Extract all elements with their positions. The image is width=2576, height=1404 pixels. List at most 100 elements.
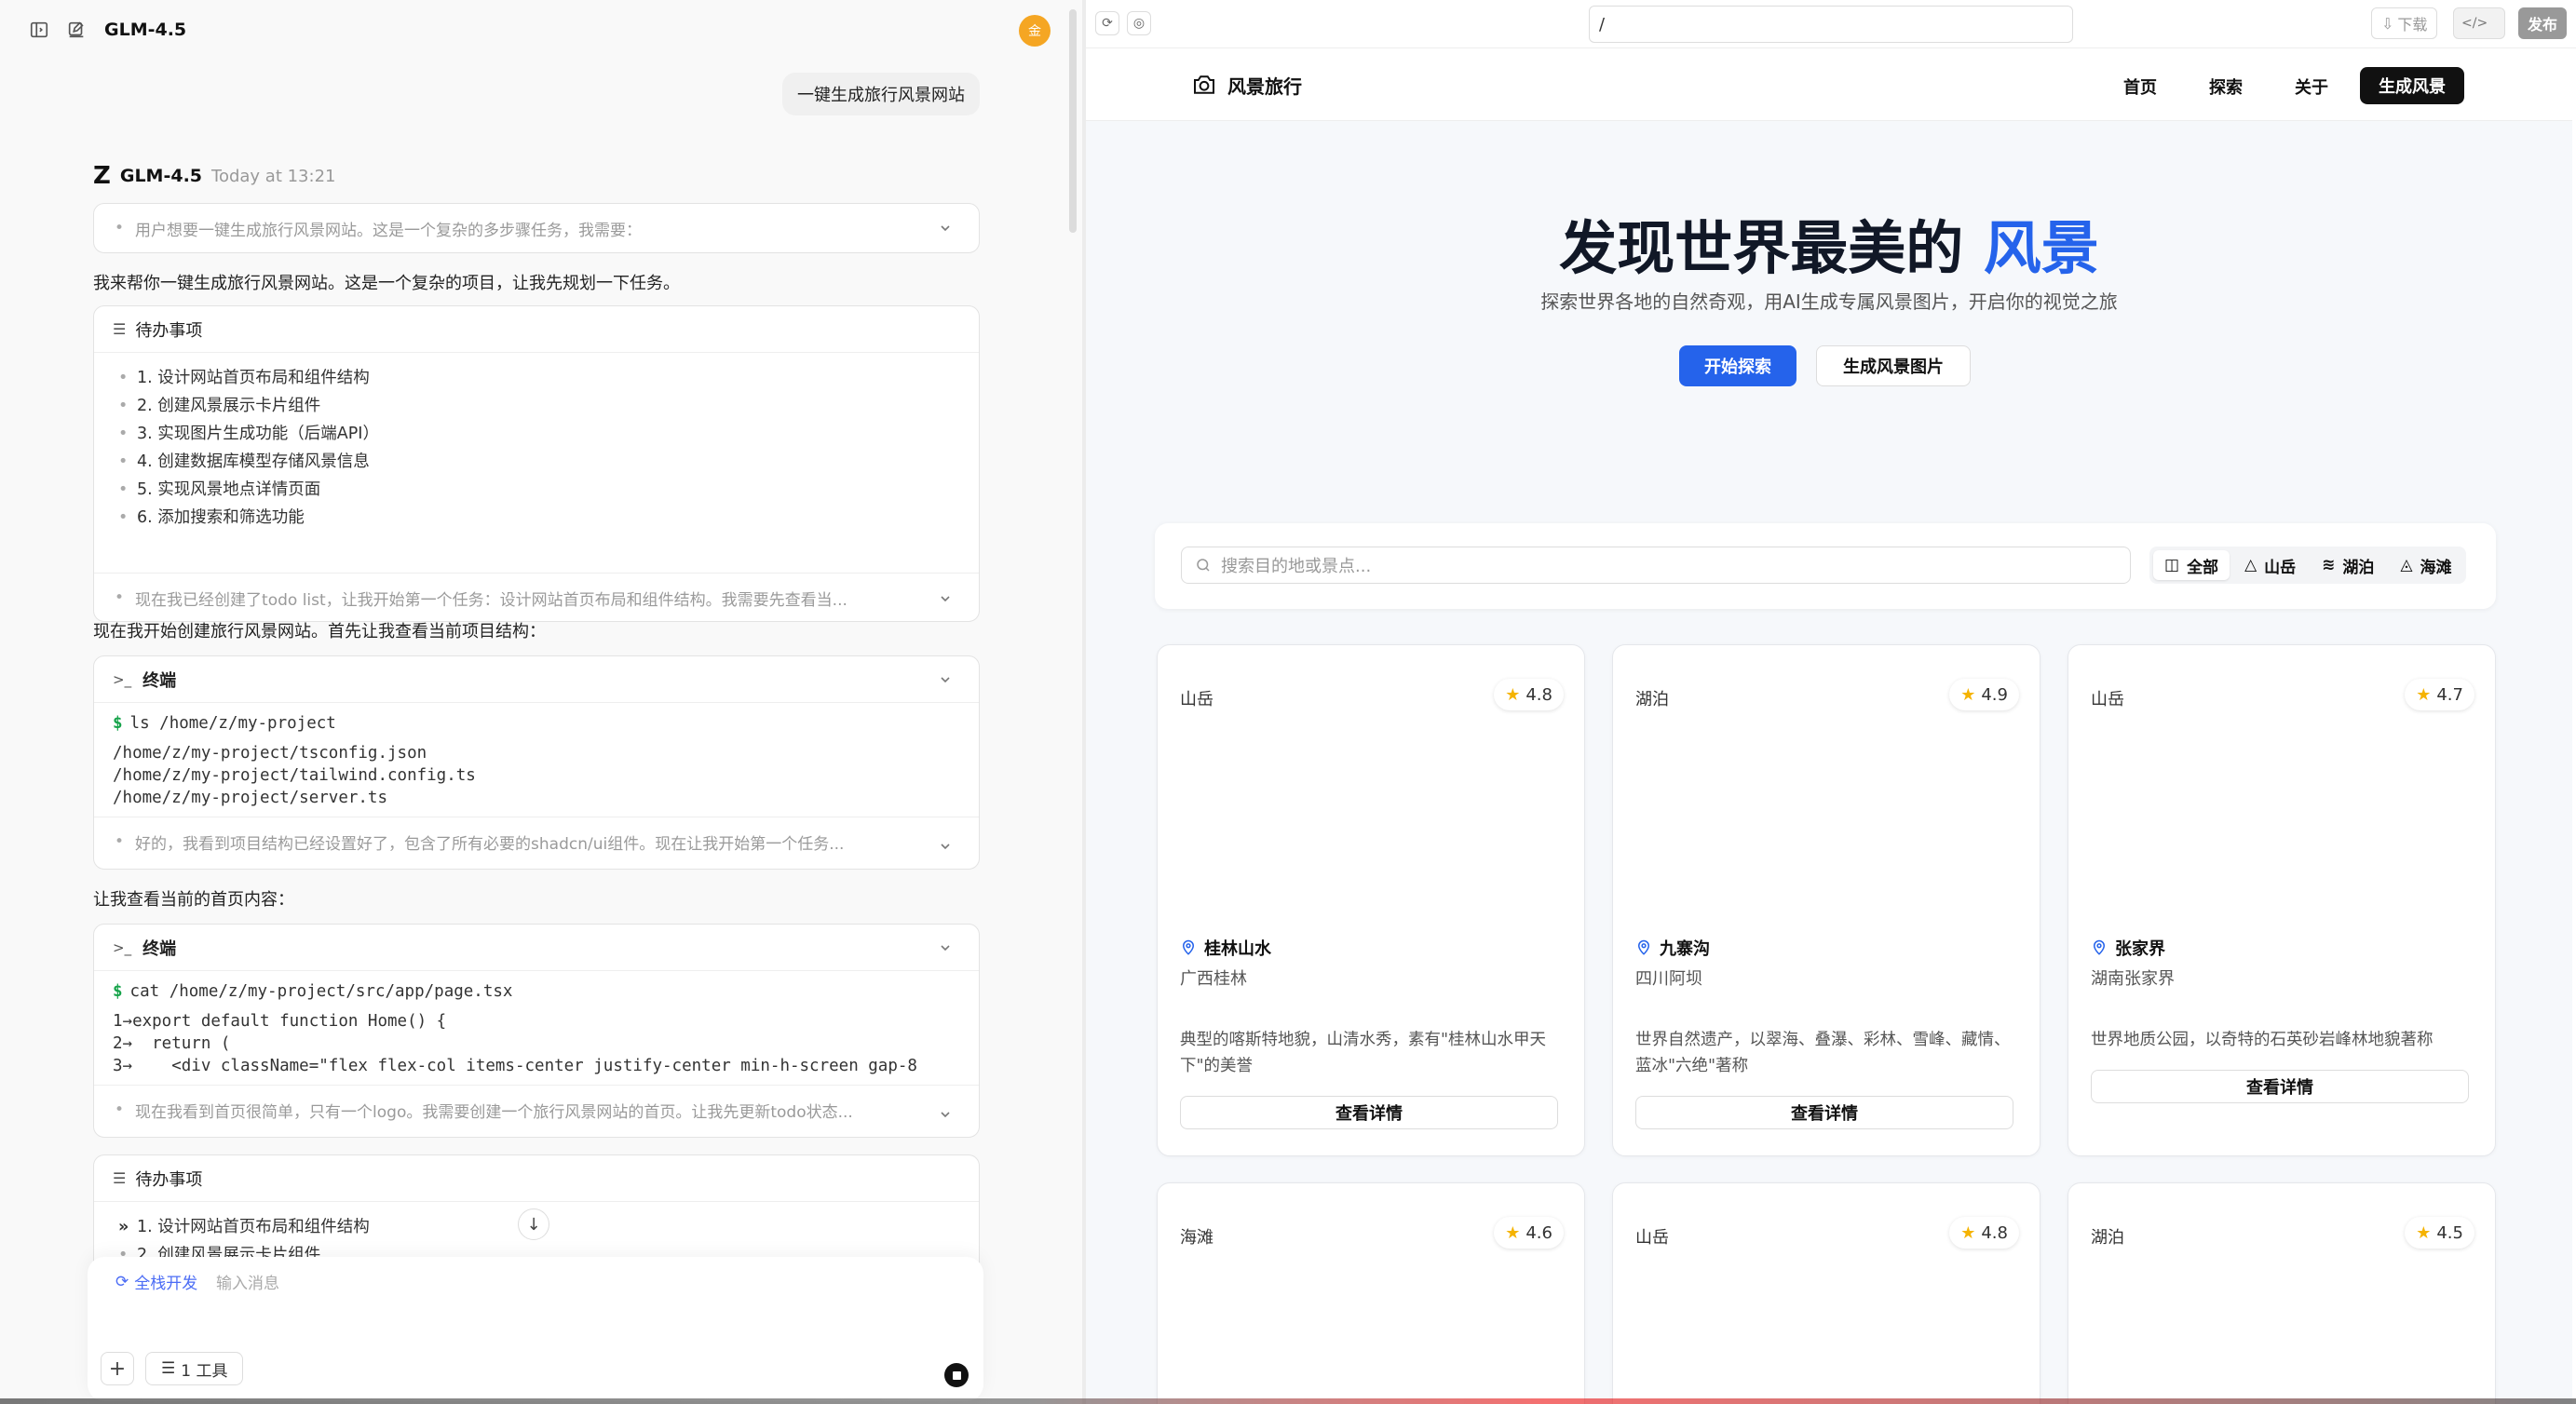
list-icon: ☰ bbox=[113, 320, 127, 338]
generate-image-button[interactable]: 生成风景图片 bbox=[1816, 345, 1971, 386]
rating-value: 4.8 bbox=[1525, 684, 1552, 705]
chevron-down-icon[interactable] bbox=[938, 940, 953, 955]
filter-all[interactable]: ◫ 全部 bbox=[2153, 550, 2230, 580]
nav-about[interactable]: 关于 bbox=[2295, 74, 2328, 99]
scenery-card[interactable]: 山岳 ★ 4.8 桂林山水 广西桂林 典型的喀斯特地貌，山清水秀，素有"桂林山水甲… bbox=[1157, 644, 1585, 1156]
filter-mountain[interactable]: △ 山岳 bbox=[2233, 550, 2307, 580]
tools-icon: ☰ bbox=[161, 1359, 176, 1378]
chevron-down-icon[interactable] bbox=[938, 672, 953, 687]
rating-value: 4.9 bbox=[1981, 684, 2008, 705]
site-brand[interactable]: 风景旅行 bbox=[1190, 71, 1302, 99]
scenery-card[interactable]: 湖泊 ★ 4.5 bbox=[2068, 1182, 2496, 1404]
download-button[interactable]: ⇩ 下载 bbox=[2371, 7, 2438, 39]
card-rating: ★ 4.8 bbox=[1949, 1217, 2019, 1249]
publish-button[interactable]: 发布 bbox=[2518, 7, 2567, 39]
chevron-down-icon[interactable] bbox=[938, 591, 953, 606]
target-icon[interactable]: ◎ bbox=[1127, 11, 1151, 35]
message-input[interactable]: 输入消息 bbox=[216, 1270, 279, 1293]
view-details-button[interactable]: 查看详情 bbox=[1180, 1096, 1558, 1129]
scenery-card[interactable]: 湖泊 ★ 4.9 九寨沟 四川阿坝 世界自然遗产，以翠海、叠瀑、彩林、雪峰、藏情、… bbox=[1612, 644, 2040, 1156]
view-details-button[interactable]: 查看详情 bbox=[2091, 1070, 2469, 1103]
rating-value: 4.5 bbox=[2436, 1222, 2463, 1243]
card-rating: ★ 4.5 bbox=[2405, 1217, 2474, 1249]
brand-name: 风景旅行 bbox=[1227, 74, 1302, 98]
chevron-down-icon[interactable] bbox=[938, 839, 953, 854]
destination-search-input[interactable]: 搜索目的地或景点... bbox=[1181, 547, 2131, 584]
ai-text-3: 让我查看当前的首页内容： bbox=[93, 890, 294, 910]
chat-panel: GLM-4.5 金 一键生成旅行风景网站 Z GLM-4.5 Today at … bbox=[0, 0, 1082, 1404]
card-rating: ★ 4.9 bbox=[1949, 679, 2019, 710]
code-icon: </> bbox=[2461, 16, 2488, 31]
message-composer: ⟳ 全栈开发 输入消息 + ☰ 1 工具 bbox=[88, 1257, 983, 1401]
todo-list: 1. 设计网站首页布局和组件结构 2. 创建风景展示卡片组件 3. 实现图片生成… bbox=[94, 353, 979, 532]
nav-home[interactable]: 首页 bbox=[2123, 74, 2157, 99]
scenery-card[interactable]: 海滩 ★ 4.6 bbox=[1157, 1182, 1585, 1404]
card-category: 山岳 bbox=[1635, 1228, 1669, 1248]
star-icon: ★ bbox=[2416, 1222, 2432, 1243]
search-placeholder: 搜索目的地或景点... bbox=[1221, 557, 1372, 576]
card-rating: ★ 4.6 bbox=[1494, 1217, 1564, 1249]
mode-label: 全栈开发 bbox=[134, 1275, 198, 1293]
card-place-name: 九寨沟 bbox=[1635, 936, 1710, 960]
ai-text-2: 现在我开始创建旅行风景网站。首先让我查看当前项目结构： bbox=[93, 622, 546, 641]
chat-scrollbar[interactable] bbox=[1069, 9, 1077, 233]
model-title[interactable]: GLM-4.5 bbox=[104, 20, 186, 40]
filter-beach[interactable]: ◬ 海滩 bbox=[2389, 550, 2462, 580]
hero-title-accent: 风景 bbox=[1983, 214, 2099, 282]
filter-lake[interactable]: ≋ 湖泊 bbox=[2311, 550, 2385, 580]
view-details-button[interactable]: 查看详情 bbox=[1635, 1096, 2013, 1129]
terminal-block-1: >_ 终端 $ ls /home/z/my-project /home/z/my-p… bbox=[93, 655, 980, 870]
card-description: 世界自然遗产，以翠海、叠瀑、彩林、雪峰、藏情、蓝冰"六绝"著称 bbox=[1635, 1031, 2011, 1075]
filter-label: 山岳 bbox=[2264, 558, 2297, 577]
nav-explore[interactable]: 探索 bbox=[2209, 74, 2243, 99]
sparkle-icon: ⟳ bbox=[115, 1272, 129, 1291]
star-icon: ★ bbox=[1960, 1222, 1976, 1243]
nav-generate-button[interactable]: 生成风景 bbox=[2360, 67, 2464, 104]
site-navbar: 风景旅行 首页 探索 关于 生成风景 bbox=[1086, 48, 2572, 121]
todo-item: 5. 实现风景地点详情页面 bbox=[118, 476, 979, 504]
url-input[interactable]: / bbox=[1589, 6, 2073, 43]
terminal-command: cat /home/z/my-project/src/app/page.tsx bbox=[129, 982, 513, 1001]
star-icon: ★ bbox=[1505, 684, 1521, 705]
card-category: 湖泊 bbox=[1635, 690, 1669, 709]
camera-icon: ◫ bbox=[2164, 556, 2180, 574]
sidebar-toggle-icon[interactable] bbox=[28, 19, 50, 41]
hero-title: 发现世界最美的 风景 bbox=[1086, 201, 2572, 285]
thought-block-1[interactable]: • 用户想要一键生成旅行风景网站。这是一个复杂的多步骤任务，我需要： bbox=[93, 203, 980, 253]
attach-button[interactable]: + bbox=[101, 1352, 134, 1385]
sail-icon: ◬ bbox=[2400, 556, 2413, 574]
card-description: 世界地质公园，以奇特的石英砂岩峰林地貌著称 bbox=[2091, 1031, 2434, 1049]
chevron-down-icon[interactable] bbox=[938, 221, 953, 236]
user-avatar[interactable]: 金 bbox=[1019, 15, 1051, 47]
mode-selector[interactable]: ⟳ 全栈开发 bbox=[115, 1270, 198, 1294]
terminal-output: /home/z/my-project/tsconfig.json /home/z… bbox=[113, 744, 476, 807]
code-toggle[interactable]: </> bbox=[2453, 7, 2505, 39]
list-icon: ☰ bbox=[113, 1169, 127, 1187]
filter-label: 全部 bbox=[2187, 558, 2219, 577]
glm-logo-icon: Z bbox=[93, 162, 111, 190]
new-chat-icon[interactable] bbox=[65, 19, 88, 41]
hero-subtitle: 探索世界各地的自然奇观，用AI生成专属风景图片，开启你的视觉之旅 bbox=[1540, 290, 2118, 313]
todo-title: 待办事项 bbox=[135, 320, 203, 341]
stop-button[interactable] bbox=[944, 1363, 969, 1387]
scenery-card[interactable]: 山岳 ★ 4.8 bbox=[1612, 1182, 2040, 1404]
scenery-card[interactable]: 山岳 ★ 4.7 张家界 湖南张家界 世界地质公园，以奇特的石英砂岩峰林地貌著称 … bbox=[2068, 644, 2496, 1156]
prompt-symbol: $ bbox=[113, 714, 123, 733]
hero-title-prefix: 发现世界最美的 bbox=[1559, 214, 1984, 282]
card-region: 四川阿坝 bbox=[1635, 969, 1702, 989]
card-place-name: 张家界 bbox=[2091, 936, 2165, 960]
card-category: 海滩 bbox=[1180, 1228, 1213, 1248]
terminal-icon: >_ bbox=[113, 670, 132, 688]
prompt-symbol: $ bbox=[113, 982, 123, 1001]
refresh-icon[interactable]: ⟳ bbox=[1095, 11, 1119, 35]
app-root: GLM-4.5 金 一键生成旅行风景网站 Z GLM-4.5 Today at … bbox=[0, 0, 2576, 1404]
stop-icon bbox=[952, 1370, 961, 1380]
start-explore-button[interactable]: 开始探索 bbox=[1679, 345, 1796, 386]
tools-button[interactable]: ☰ 1 工具 bbox=[145, 1352, 244, 1385]
ai-name: GLM-4.5 bbox=[119, 166, 203, 186]
scroll-down-button[interactable]: ↓ bbox=[518, 1208, 549, 1240]
ai-message-header: Z GLM-4.5 Today at 13:21 bbox=[93, 162, 335, 190]
terminal-title: 终端 bbox=[142, 938, 177, 959]
rating-value: 4.7 bbox=[2436, 684, 2463, 705]
chevron-down-icon[interactable] bbox=[938, 1107, 953, 1122]
